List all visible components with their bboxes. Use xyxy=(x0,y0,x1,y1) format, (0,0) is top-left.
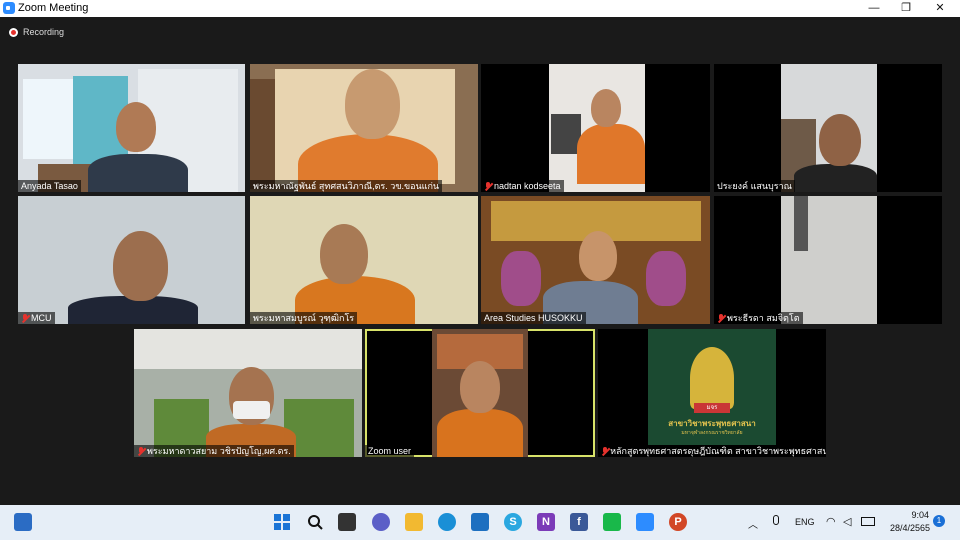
close-button[interactable]: ✕ xyxy=(924,0,956,17)
video-tile[interactable]: พระมหาดาวสยาม วชิรปัญโญ,ผศ.ดร. xyxy=(134,329,362,457)
skype-icon[interactable]: S xyxy=(504,513,522,531)
maximize-button[interactable]: ❐ xyxy=(890,0,922,17)
clock-date[interactable]: 28/4/2565 xyxy=(882,523,930,533)
zoom-icon[interactable] xyxy=(636,513,654,531)
participant-name: หลักสูตรพุทธศาสตรดุษฎีบัณฑิต สาขาวิชาพระ… xyxy=(598,445,826,457)
language-indicator[interactable]: ENG xyxy=(795,517,815,527)
battery-icon[interactable] xyxy=(861,517,875,526)
microphone-icon[interactable] xyxy=(773,515,779,525)
muted-mic-icon xyxy=(21,313,29,323)
participant-name: Zoom user xyxy=(365,445,415,457)
recording-label: Recording xyxy=(23,27,65,37)
search-icon[interactable] xyxy=(306,513,324,531)
video-tile[interactable]: Area Studies HUSOKKU xyxy=(481,196,710,324)
participant-name: nadtan kodseeta xyxy=(481,180,564,192)
video-tile[interactable]: พระธีรดา สมจิตฺโต xyxy=(714,196,942,324)
notification-badge[interactable]: 1 xyxy=(933,515,945,527)
chevron-up-icon[interactable]: ︿ xyxy=(748,516,758,531)
chat-icon[interactable] xyxy=(372,513,390,531)
video-tile[interactable]: พระมหาณัฐพันธ์ สุทศสนวิภาณี,ดร. วข.ขอนแก… xyxy=(250,64,478,192)
participant-name: ประยงค์ แสนบุราณ xyxy=(714,180,795,192)
clock-time[interactable]: 9:04 xyxy=(897,510,929,520)
logo-subcaption: มหาจุฬาลงกรณราชวิทยาลัย xyxy=(681,430,743,436)
volume-icon[interactable]: ◁ xyxy=(843,515,851,528)
muted-mic-icon xyxy=(601,446,608,456)
video-tile[interactable]: ประยงค์ แสนบุราณ xyxy=(714,64,942,192)
edge-icon[interactable] xyxy=(438,513,456,531)
task-view-icon[interactable] xyxy=(338,513,356,531)
powerpoint-icon[interactable]: P xyxy=(669,513,687,531)
mail-icon[interactable] xyxy=(471,513,489,531)
participant-name: Area Studies HUSOKKU xyxy=(481,312,586,324)
video-tile[interactable]: พระมหาสมบูรณ์ วุฑฺฒิกโร xyxy=(250,196,478,324)
onenote-icon[interactable]: N xyxy=(537,513,555,531)
recording-indicator[interactable]: Recording xyxy=(9,26,64,38)
windows-start-icon[interactable] xyxy=(273,513,291,531)
muted-mic-icon xyxy=(717,313,725,323)
participant-name: พระมหาสมบูรณ์ วุฑฺฒิกโร xyxy=(250,312,358,324)
record-icon xyxy=(9,27,18,37)
wifi-icon[interactable]: ◠ xyxy=(826,515,836,528)
line-icon[interactable] xyxy=(603,513,621,531)
video-tile[interactable]: nadtan kodseeta xyxy=(481,64,710,192)
muted-mic-icon xyxy=(137,446,145,456)
zoom-app-icon xyxy=(3,2,15,14)
video-tile[interactable]: มจร สาขาวิชาพระพุทธศาสนา มหาจุฬาลงกรณราช… xyxy=(598,329,826,457)
file-explorer-icon[interactable] xyxy=(405,513,423,531)
video-tile-active-speaker[interactable]: Zoom user xyxy=(365,329,595,457)
minimize-button[interactable]: — xyxy=(858,0,890,17)
window-title: Zoom Meeting xyxy=(18,2,89,14)
widgets-icon[interactable] xyxy=(14,513,32,531)
participant-name: พระมหาณัฐพันธ์ สุทศสนวิภาณี,ดร. วข.ขอนแก… xyxy=(250,180,443,192)
taskbar: S N f P ︿ ENG ◠ ◁ 9:04 28/4/2565 1 xyxy=(0,505,960,540)
institution-seal-icon xyxy=(690,347,734,409)
facebook-icon[interactable]: f xyxy=(570,513,588,531)
title-bar: Zoom Meeting — ❐ ✕ xyxy=(0,0,960,17)
video-tile[interactable]: Anyada Tasao xyxy=(18,64,245,192)
participant-name: MCU xyxy=(18,312,55,324)
muted-mic-icon xyxy=(484,181,492,191)
video-tile[interactable]: MCU xyxy=(18,196,245,324)
participant-name: พระมหาดาวสยาม วชิรปัญโญ,ผศ.ดร. xyxy=(134,445,294,457)
seal-text: มจร xyxy=(694,403,730,413)
participant-name: พระธีรดา สมจิตฺโต xyxy=(714,312,803,324)
participant-name: Anyada Tasao xyxy=(18,180,81,192)
